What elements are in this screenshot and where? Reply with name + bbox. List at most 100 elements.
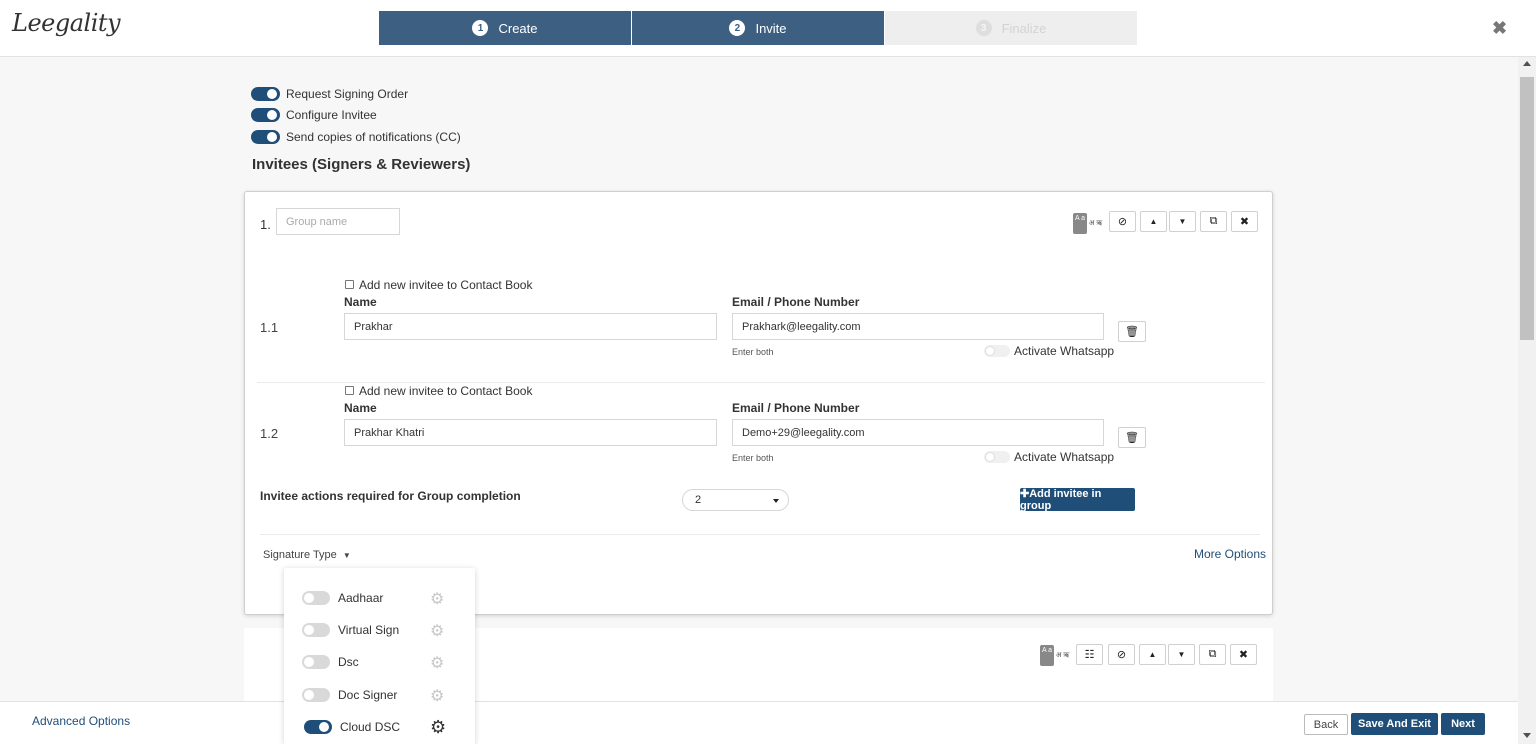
- vertical-scrollbar[interactable]: [1518, 57, 1536, 744]
- actions-required-label: Invitee actions required for Group compl…: [260, 489, 521, 503]
- close-icon[interactable]: ✖: [1492, 18, 1507, 39]
- step-number-1: 1: [472, 20, 489, 36]
- gear-icon[interactable]: ⚙: [430, 717, 446, 738]
- step-label-finalize: Finalize: [1001, 20, 1047, 36]
- scroll-up-arrow-icon[interactable]: [1523, 61, 1531, 66]
- invitee-email-input[interactable]: Demo+29@leegality.com: [732, 419, 1104, 446]
- enter-both-hint: Enter both: [732, 347, 774, 357]
- invitee-name-input[interactable]: Prakhar: [344, 313, 717, 340]
- scrollbar-thumb[interactable]: [1520, 77, 1534, 340]
- advanced-options-link[interactable]: Advanced Options: [32, 714, 130, 728]
- invitee-name-input[interactable]: Prakhar Khatri: [344, 419, 717, 446]
- latin-script-icon: A a: [1040, 645, 1054, 666]
- whatsapp-toggle[interactable]: [984, 345, 1010, 357]
- group-settings-icon[interactable]: ☷: [1076, 644, 1103, 665]
- actions-required-select[interactable]: 2: [682, 489, 789, 511]
- signature-option-cloud-dsc[interactable]: Cloud DSC: [304, 720, 400, 734]
- delete-invitee-icon[interactable]: 🗑: [1118, 321, 1146, 342]
- back-button[interactable]: Back: [1304, 714, 1348, 735]
- doc-signer-toggle[interactable]: [302, 688, 330, 702]
- save-and-exit-button[interactable]: Save And Exit: [1351, 713, 1438, 735]
- email-label: Email / Phone Number: [732, 401, 860, 415]
- move-up-icon[interactable]: ▲: [1140, 211, 1167, 232]
- invitee-row-number: 1.1: [260, 320, 279, 335]
- virtual-sign-toggle[interactable]: [302, 623, 330, 637]
- signature-option-doc-signer[interactable]: Doc Signer: [302, 688, 397, 702]
- group-name-input[interactable]: Group name: [276, 208, 400, 235]
- gear-icon[interactable]: ⚙: [430, 653, 444, 673]
- app-header: Leegality 1 Create 2 Invite 3 Finalize ✖: [0, 0, 1536, 57]
- delete-invitee-icon[interactable]: 🗑: [1118, 427, 1146, 448]
- step-number-3: 3: [975, 20, 992, 36]
- signature-option-aadhaar[interactable]: Aadhaar: [302, 591, 383, 605]
- copy-icon[interactable]: ⧉: [1200, 211, 1227, 232]
- step-number-2: 2: [729, 20, 746, 36]
- hindi-script-icon: अ ऋ: [1089, 220, 1103, 227]
- caret-down-icon: ▼: [342, 551, 351, 560]
- dsc-toggle[interactable]: [302, 655, 330, 669]
- group-number: 1.: [260, 217, 271, 232]
- step-finalize[interactable]: 3 Finalize: [885, 11, 1137, 45]
- group-card-1: 1. Group name A a अ ऋ ⊘ ▲ ▼ ⧉ ✖ Add new …: [244, 191, 1273, 615]
- dsc-label: Dsc: [338, 655, 359, 669]
- aadhaar-toggle[interactable]: [302, 591, 330, 605]
- signature-type-dropdown[interactable]: Signature Type ▼: [263, 549, 351, 561]
- gear-icon[interactable]: ⚙: [430, 621, 444, 641]
- gear-icon[interactable]: ⚙: [430, 686, 444, 706]
- move-up-icon[interactable]: ▲: [1139, 644, 1166, 665]
- language-toggle-button[interactable]: A a अ ऋ: [1040, 644, 1073, 667]
- language-toggle-button[interactable]: A a अ ऋ: [1073, 212, 1106, 235]
- invitees-section-title: Invitees (Signers & Reviewers): [252, 156, 471, 173]
- gear-icon[interactable]: ⚙: [430, 589, 444, 609]
- more-options-link[interactable]: More Options: [1194, 547, 1266, 561]
- enter-both-hint: Enter both: [732, 453, 774, 463]
- name-label: Name: [344, 401, 377, 415]
- doc-signer-label: Doc Signer: [338, 688, 398, 702]
- request-signing-order-label: Request Signing Order: [286, 87, 409, 101]
- invitee-divider: [257, 382, 1265, 383]
- signature-option-virtual-sign[interactable]: Virtual Sign: [302, 623, 399, 637]
- add-invitee-button[interactable]: ✚Add invitee in group: [1020, 488, 1135, 512]
- cloud-dsc-label: Cloud DSC: [340, 720, 401, 734]
- check-circle-icon[interactable]: ⊘: [1109, 211, 1136, 232]
- remove-group-icon[interactable]: ✖: [1230, 644, 1257, 665]
- next-button[interactable]: Next: [1441, 713, 1485, 735]
- copy-icon[interactable]: ⧉: [1199, 644, 1226, 665]
- actions-required-value: 2: [695, 494, 702, 506]
- move-down-icon[interactable]: ▼: [1168, 644, 1195, 665]
- cloud-dsc-toggle[interactable]: [304, 720, 332, 734]
- step-create[interactable]: 1 Create: [379, 11, 631, 45]
- signature-option-dsc[interactable]: Dsc: [302, 655, 359, 669]
- step-label-invite: Invite: [755, 20, 787, 36]
- scroll-down-arrow-icon[interactable]: [1523, 733, 1531, 738]
- step-invite[interactable]: 2 Invite: [632, 11, 884, 45]
- check-circle-icon[interactable]: ⊘: [1108, 644, 1135, 665]
- send-copies-label: Send copies of notifications (CC): [286, 130, 461, 144]
- contact-book-checkbox[interactable]: [345, 280, 354, 289]
- wizard-steps: 1 Create 2 Invite 3 Finalize: [379, 11, 1138, 45]
- name-label: Name: [344, 295, 377, 309]
- configure-invitee-toggle-row[interactable]: Configure Invitee: [251, 108, 377, 122]
- send-copies-toggle-row[interactable]: Send copies of notifications (CC): [251, 130, 461, 144]
- latin-script-icon: A a: [1073, 213, 1087, 234]
- move-down-icon[interactable]: ▼: [1169, 211, 1196, 232]
- chevron-down-icon: [773, 499, 779, 503]
- request-signing-order-toggle-row[interactable]: Request Signing Order: [251, 87, 408, 101]
- configure-invitee-toggle[interactable]: [251, 108, 280, 122]
- send-copies-toggle[interactable]: [251, 130, 280, 144]
- leegality-logo[interactable]: Leegality: [12, 9, 121, 37]
- request-signing-order-toggle[interactable]: [251, 87, 280, 101]
- virtual-sign-label: Virtual Sign: [338, 623, 400, 637]
- hindi-script-icon: अ ऋ: [1056, 652, 1070, 659]
- aadhaar-label: Aadhaar: [338, 591, 384, 605]
- invitee-row-number: 1.2: [260, 426, 279, 441]
- email-label: Email / Phone Number: [732, 295, 860, 309]
- whatsapp-toggle[interactable]: [984, 451, 1010, 463]
- activate-whatsapp-label: Activate Whatsapp: [1014, 450, 1115, 464]
- invitee-email-input[interactable]: Prakhark@leegality.com: [732, 313, 1104, 340]
- contact-book-checkbox[interactable]: [345, 386, 354, 395]
- signature-type-label: Signature Type: [263, 549, 337, 561]
- activate-whatsapp-label: Activate Whatsapp: [1014, 344, 1115, 358]
- remove-group-icon[interactable]: ✖: [1231, 211, 1258, 232]
- configure-invitee-label: Configure Invitee: [286, 108, 377, 122]
